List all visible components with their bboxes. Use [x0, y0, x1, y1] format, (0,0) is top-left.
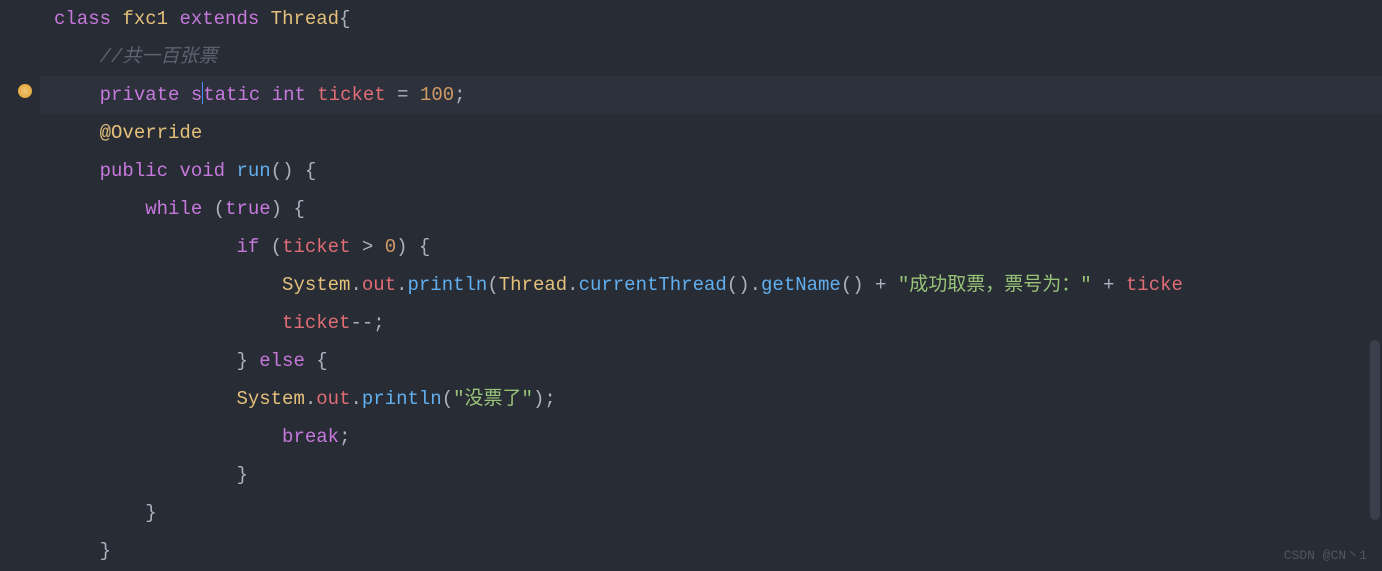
keyword-while: while: [145, 198, 202, 220]
indent: [54, 236, 236, 258]
code-line[interactable]: }: [40, 456, 1382, 494]
code-line[interactable]: }: [40, 494, 1382, 532]
rbrace: }: [145, 502, 156, 524]
keyword-extends: extends: [179, 8, 259, 30]
code-line-active[interactable]: private static int ticket = 100;: [40, 76, 1382, 114]
keyword-static-tatic: tatic: [203, 84, 260, 106]
brace: {: [339, 8, 350, 30]
indent: [54, 84, 100, 106]
string-literal: "成功取票，票号为：": [898, 274, 1092, 296]
keyword-if: if: [236, 236, 259, 258]
keyword-void: void: [179, 160, 225, 182]
class-name: fxc1: [122, 8, 168, 30]
code-line[interactable]: System.out.println(Thread.currentThread(…: [40, 266, 1382, 304]
method-getname: getName: [761, 274, 841, 296]
rparen: ): [396, 236, 407, 258]
comment: //共一百张票: [100, 46, 218, 68]
code-line[interactable]: } else {: [40, 342, 1382, 380]
indent: [54, 198, 145, 220]
semicolon: ;: [454, 84, 465, 106]
field-out: out: [362, 274, 396, 296]
lightbulb-icon[interactable]: [18, 84, 32, 98]
keyword-class: class: [54, 8, 111, 30]
field-ticket: ticket: [282, 236, 350, 258]
code-line[interactable]: if (ticket > 0) {: [40, 228, 1382, 266]
annotation: @Override: [100, 122, 203, 144]
parent-class: Thread: [271, 8, 339, 30]
indent: [54, 464, 236, 486]
keyword-else: else: [259, 350, 305, 372]
code-line[interactable]: //共一百张票: [40, 38, 1382, 76]
vertical-scrollbar[interactable]: [1370, 340, 1380, 520]
rbrace: }: [236, 350, 247, 372]
brace: {: [305, 350, 328, 372]
code-area[interactable]: class fxc1 extends Thread{ //共一百张票 priva…: [40, 0, 1382, 571]
number: 100: [420, 84, 454, 106]
code-line[interactable]: @Override: [40, 114, 1382, 152]
code-line[interactable]: public void run() {: [40, 152, 1382, 190]
op-gt: >: [350, 236, 384, 258]
rbrace: }: [236, 464, 247, 486]
indent: [54, 426, 282, 448]
code-line[interactable]: }: [40, 532, 1382, 570]
field-ticket: ticket: [282, 312, 350, 334]
class-system: System: [236, 388, 304, 410]
code-line[interactable]: break;: [40, 418, 1382, 456]
parens: (): [271, 160, 294, 182]
keyword-int: int: [272, 84, 306, 106]
text-cursor: [202, 82, 203, 104]
indent: [54, 388, 236, 410]
rparen: ): [271, 198, 282, 220]
code-line[interactable]: System.out.println("没票了");: [40, 380, 1382, 418]
indent: [54, 274, 282, 296]
keyword-true: true: [225, 198, 271, 220]
class-system: System: [282, 274, 350, 296]
indent: [54, 122, 100, 144]
op-eq: =: [386, 84, 420, 106]
class-thread: Thread: [499, 274, 567, 296]
string-literal: "没票了": [453, 388, 533, 410]
code-editor[interactable]: class fxc1 extends Thread{ //共一百张票 priva…: [0, 0, 1382, 571]
keyword-break: break: [282, 426, 339, 448]
indent: [54, 502, 145, 524]
editor-gutter: [0, 0, 40, 571]
method-println: println: [362, 388, 442, 410]
watermark-text: CSDN @CN丶1: [1284, 544, 1367, 563]
method-println: println: [408, 274, 488, 296]
keyword-public: public: [100, 160, 168, 182]
field-ticket: ticke: [1126, 274, 1183, 296]
code-line[interactable]: ticket--;: [40, 304, 1382, 342]
indent: [54, 46, 100, 68]
indent: [54, 540, 100, 562]
code-line[interactable]: while (true) {: [40, 190, 1382, 228]
method-run: run: [236, 160, 270, 182]
indent: [54, 312, 282, 334]
indent: [54, 160, 100, 182]
op-decrement: --: [350, 312, 373, 334]
method-currentthread: currentThread: [579, 274, 727, 296]
keyword-static-s: s: [191, 84, 202, 106]
lparen: (: [214, 198, 225, 220]
number: 0: [385, 236, 396, 258]
rbrace: }: [100, 540, 111, 562]
field-out: out: [316, 388, 350, 410]
code-line[interactable]: class fxc1 extends Thread{: [40, 0, 1382, 38]
keyword-private: private: [100, 84, 180, 106]
indent: [54, 350, 236, 372]
brace: {: [293, 160, 316, 182]
brace: {: [408, 236, 431, 258]
field-ticket: ticket: [317, 84, 385, 106]
brace: {: [282, 198, 305, 220]
lparen: (: [271, 236, 282, 258]
